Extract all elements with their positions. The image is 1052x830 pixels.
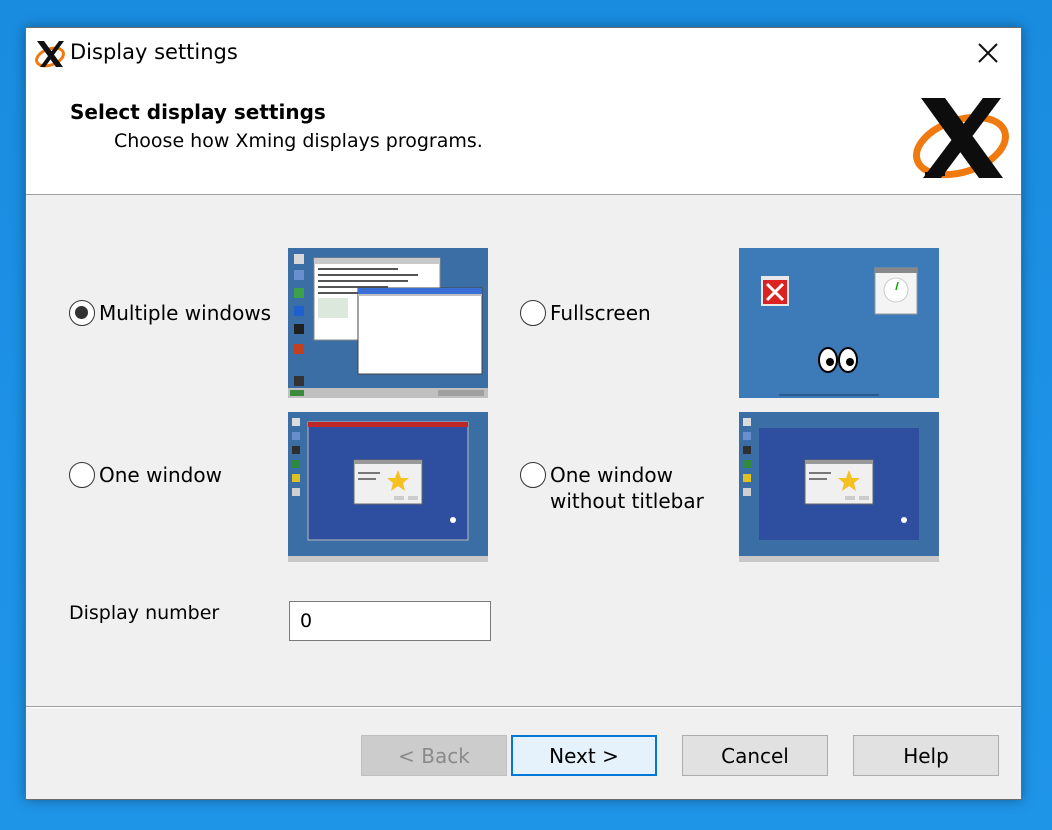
radio-one-window[interactable] (69, 462, 95, 488)
preview-one-window[interactable] (288, 412, 488, 562)
footer-separator (26, 706, 1021, 708)
option-label: Fullscreen (550, 301, 651, 325)
fullscreen-preview-image (739, 248, 939, 398)
xming-logo-icon (913, 98, 1009, 179)
close-button[interactable] (963, 28, 1013, 78)
one-window-preview-image (288, 412, 488, 562)
back-button[interactable]: < Back (361, 735, 507, 776)
one-window-no-titlebar-preview-image (739, 412, 939, 562)
radio-fullscreen[interactable] (520, 300, 546, 326)
dialog-header: Display settings Select display settings… (26, 28, 1021, 195)
page-title: Select display settings (70, 100, 326, 124)
preview-one-window-no-titlebar[interactable] (739, 412, 939, 562)
option-one-window-no-titlebar[interactable]: One window without titlebar (520, 462, 704, 514)
xming-icon (35, 41, 65, 68)
preview-fullscreen[interactable] (739, 248, 939, 398)
display-number-label: Display number (69, 602, 220, 624)
option-multiple-windows[interactable]: Multiple windows (69, 300, 271, 326)
option-label: One window (99, 463, 222, 487)
radio-multiple-windows[interactable] (69, 300, 95, 326)
display-number-input[interactable] (289, 601, 491, 641)
help-button[interactable]: Help (853, 735, 999, 776)
cancel-button[interactable]: Cancel (682, 735, 828, 776)
multiple-windows-preview-image (288, 248, 488, 398)
radio-one-window-no-titlebar[interactable] (520, 462, 546, 488)
option-label: Multiple windows (99, 301, 272, 325)
option-label: One window without titlebar (550, 463, 704, 513)
window-title: Display settings (70, 40, 238, 64)
preview-multiple-windows[interactable] (288, 248, 488, 398)
close-icon (978, 43, 998, 63)
page-subtitle: Choose how Xming displays programs. (114, 130, 483, 152)
next-button[interactable]: Next > (511, 735, 657, 776)
option-one-window[interactable]: One window (69, 462, 222, 488)
option-fullscreen[interactable]: Fullscreen (520, 300, 651, 326)
display-settings-dialog: Display settings Select display settings… (25, 27, 1022, 800)
